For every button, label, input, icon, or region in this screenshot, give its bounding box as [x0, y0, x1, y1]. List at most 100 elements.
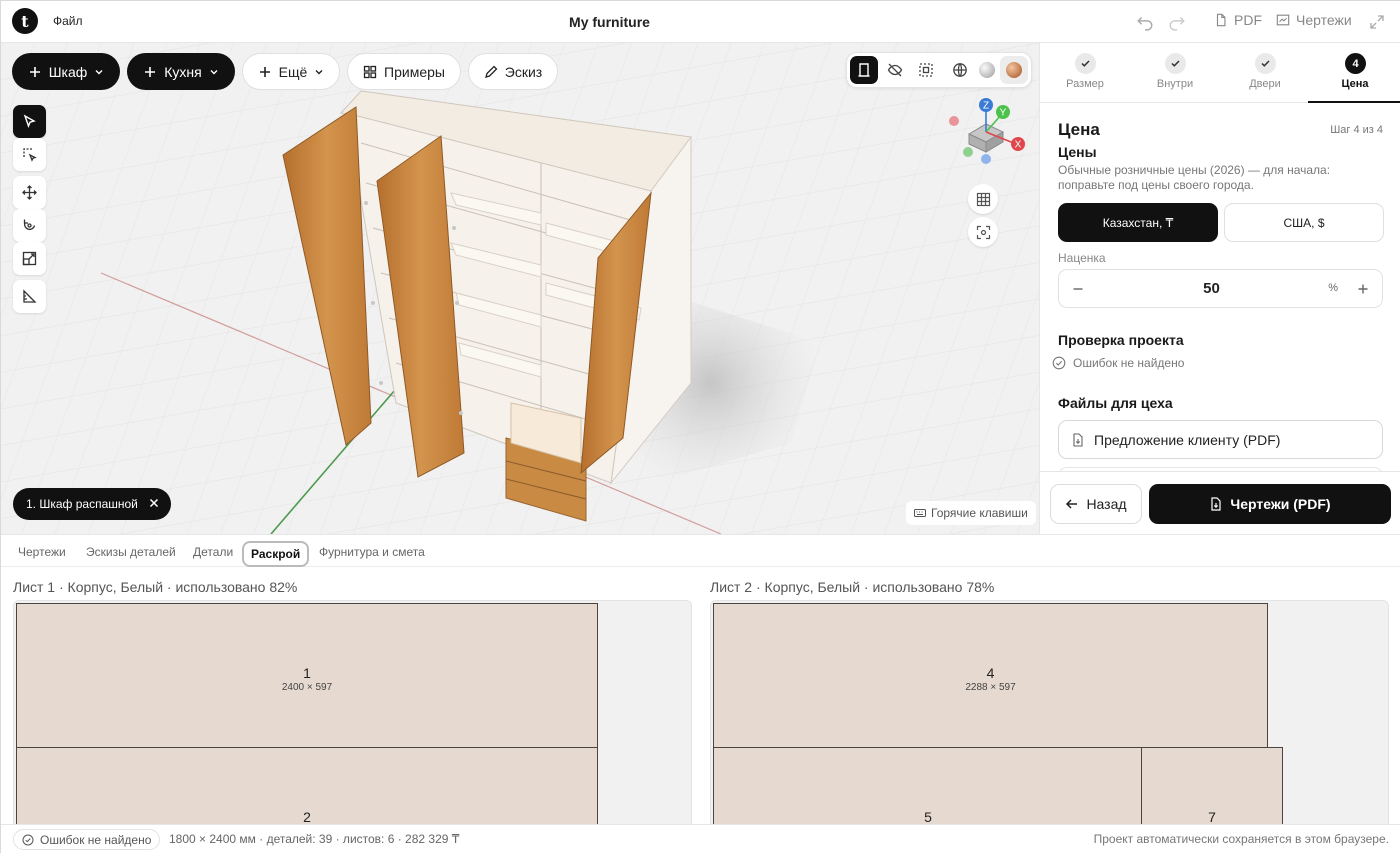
hide-toggle[interactable] — [881, 56, 909, 84]
prices-description: Обычные розничные цены (2026) — для нача… — [1058, 163, 1331, 192]
scale-tool[interactable] — [13, 242, 46, 275]
pdf-button[interactable]: PDF — [1214, 12, 1262, 28]
axis-gizmo[interactable]: Z Y X — [943, 94, 1029, 170]
grid-icon — [976, 192, 991, 207]
rotate-tool[interactable] — [13, 209, 46, 242]
x-axis-label: X — [1015, 140, 1022, 151]
project-check-heading: Проверка проекта — [1058, 332, 1184, 348]
drawings-pdf-button[interactable]: Чертежи (PDF) — [1149, 484, 1391, 524]
sketch-button[interactable]: Эскиз — [468, 53, 558, 90]
select-area-icon — [918, 62, 934, 78]
cut-part[interactable]: 2 — [16, 747, 598, 824]
step-counter: Шаг 4 из 4 — [1330, 124, 1383, 136]
client-offer-label: Предложение клиенту (PDF) — [1094, 431, 1281, 448]
step-label: Двери — [1249, 78, 1281, 90]
back-label: Назад — [1086, 496, 1127, 512]
more-button[interactable]: Ещё — [242, 53, 340, 90]
measure-icon — [22, 289, 37, 304]
select-tool[interactable] — [13, 105, 46, 138]
markup-label: Наценка — [1058, 251, 1106, 265]
cut-part[interactable]: 5 — [713, 747, 1143, 824]
globe-toggle[interactable] — [946, 56, 974, 84]
drawings-button[interactable]: Чертежи — [1276, 12, 1352, 28]
step-label: Цена — [1341, 78, 1369, 90]
arrow-left-icon — [1065, 497, 1079, 511]
z-axis-label: Z — [983, 101, 989, 112]
cut-part[interactable]: 4 2288 × 597 — [713, 603, 1268, 749]
neg-z-axis-handle[interactable] — [981, 154, 991, 164]
focus-icon — [976, 225, 991, 240]
select-area-toggle[interactable] — [912, 56, 940, 84]
view-toolbar — [846, 52, 1032, 88]
client-offer-pdf-button[interactable]: Предложение клиенту (PDF) — [1058, 420, 1383, 459]
part-number: 1 — [303, 665, 311, 681]
y-axis-label: Y — [1000, 108, 1007, 119]
markup-value-input[interactable]: 50 — [1059, 280, 1364, 297]
project-check-status: Ошибок не найдено — [1052, 356, 1184, 370]
examples-button[interactable]: Примеры — [347, 53, 461, 90]
check-circle-icon — [1052, 356, 1066, 370]
selected-object-chip[interactable]: 1. Шкаф распашной — [13, 488, 171, 520]
markup-unit: % — [1328, 282, 1338, 294]
door-view-toggle[interactable] — [850, 56, 878, 84]
material-grey-toggle[interactable] — [973, 56, 1001, 84]
pencil-icon — [484, 65, 498, 79]
add-kitchen-button[interactable]: Кухня — [127, 53, 235, 90]
close-icon[interactable] — [147, 496, 161, 510]
box-select-tool[interactable] — [13, 138, 46, 171]
cut-part[interactable]: 7 — [1141, 747, 1283, 824]
add-wardrobe-button[interactable]: Шкаф — [12, 53, 120, 90]
tab-cutting[interactable]: Раскрой — [242, 541, 310, 567]
tab-parts[interactable]: Детали — [186, 541, 240, 567]
part-number: 5 — [924, 809, 932, 824]
step-doors[interactable]: Двери — [1220, 43, 1310, 103]
door-view-icon — [856, 62, 872, 78]
step-size[interactable]: Размер — [1040, 43, 1130, 103]
price-panel: Размер Внутри Двери 4 Цена Цена Шаг 4 из… — [1039, 43, 1400, 534]
step-inside[interactable]: Внутри — [1130, 43, 1220, 103]
status-check-text: Ошибок не найдено — [40, 832, 152, 847]
project-check-text: Ошибок не найдено — [1073, 356, 1185, 370]
step-number: 4 — [1345, 53, 1366, 74]
3d-viewport[interactable]: Шкаф Кухня Ещё Примеры Эскиз Z Y X 1. Шк… — [1, 43, 1039, 534]
material-wood-toggle[interactable] — [1000, 56, 1028, 84]
sketch-label: Эскиз — [504, 63, 543, 80]
tab-hardware-estimate[interactable]: Фурнитура и смета — [312, 541, 432, 567]
measure-tool[interactable] — [13, 280, 46, 313]
neg-x-axis-handle[interactable] — [949, 116, 959, 126]
plus-icon[interactable] — [1355, 281, 1371, 297]
file-download-icon — [1071, 432, 1085, 447]
select-pointer-icon — [22, 114, 37, 129]
grid-toggle-button[interactable] — [968, 184, 998, 214]
back-button[interactable]: Назад — [1050, 484, 1142, 524]
hotkeys-button[interactable]: Горячие клавиши — [906, 501, 1036, 525]
status-check-badge[interactable]: Ошибок не найдено — [13, 829, 161, 850]
sheet-layout[interactable]: 4 2288 × 597 5 7 — [710, 600, 1389, 824]
cutting-sheets: Лист 1 · Корпус, Белый · использовано 82… — [1, 567, 1400, 824]
wardrobe-3d-scene[interactable] — [1, 43, 1039, 534]
step-label: Размер — [1066, 78, 1104, 90]
step-price[interactable]: 4 Цена — [1308, 43, 1400, 103]
examples-label: Примеры — [384, 63, 445, 80]
tab-drawings[interactable]: Чертежи — [11, 541, 73, 567]
grey-material-icon — [979, 62, 995, 78]
redo-icon[interactable] — [1168, 13, 1186, 31]
check-icon — [1170, 58, 1181, 69]
panel-title: Цена — [1058, 120, 1100, 139]
expand-icon[interactable] — [1369, 14, 1385, 30]
cut-part[interactable]: 1 2400 × 597 — [16, 603, 598, 749]
move-tool[interactable] — [13, 176, 46, 209]
step-label: Внутри — [1156, 78, 1194, 90]
region-usa-button[interactable]: США, $ — [1224, 203, 1384, 242]
neg-y-axis-handle[interactable] — [963, 147, 973, 157]
region-kazakhstan-button[interactable]: Казахстан, ₸ — [1058, 203, 1218, 242]
tab-part-sketches[interactable]: Эскизы деталей — [79, 541, 183, 567]
focus-view-button[interactable] — [968, 217, 998, 247]
box-select-icon — [22, 147, 37, 162]
move-icon — [22, 185, 37, 200]
sheet-layout[interactable]: 1 2400 × 597 2 — [13, 600, 692, 824]
check-circle-icon — [22, 834, 34, 846]
chevron-down-icon — [209, 67, 219, 77]
autosave-note: Проект автоматически сохраняется в этом … — [1093, 832, 1389, 846]
undo-icon[interactable] — [1136, 13, 1154, 31]
